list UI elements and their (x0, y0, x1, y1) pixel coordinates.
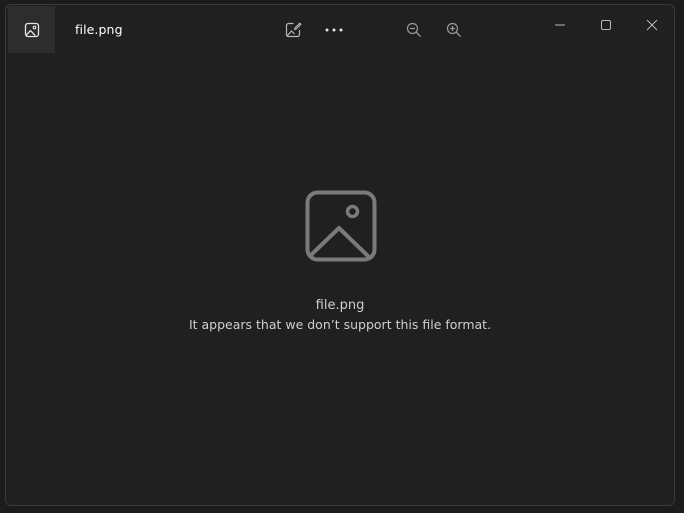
image-placeholder-icon (305, 190, 377, 262)
unsupported-file-name: file.png (315, 298, 365, 313)
minimize-icon (555, 24, 565, 26)
title-bar: file.png (6, 5, 674, 54)
app-icon-button[interactable] (8, 6, 55, 53)
minimize-button[interactable] (538, 9, 582, 41)
unsupported-format-message: It appears that we don’t support this fi… (188, 317, 492, 332)
photos-window: file.png file.png It appears that we don… (5, 4, 675, 506)
more-options-button[interactable] (320, 17, 348, 43)
zoom-in-icon (446, 22, 461, 37)
zoom-out-icon (406, 22, 421, 37)
close-button[interactable] (630, 9, 674, 41)
image-icon (24, 22, 39, 37)
maximize-button[interactable] (584, 9, 628, 41)
zoom-out-button[interactable] (400, 17, 428, 43)
file-name-title: file.png (75, 22, 123, 37)
more-icon (325, 28, 343, 32)
close-icon (646, 19, 658, 31)
edit-image-icon (285, 22, 302, 38)
maximize-icon (601, 20, 611, 30)
zoom-in-button[interactable] (440, 17, 468, 43)
edit-image-button[interactable] (279, 17, 307, 43)
image-viewer-area: file.png It appears that we don’t suppor… (6, 54, 674, 505)
